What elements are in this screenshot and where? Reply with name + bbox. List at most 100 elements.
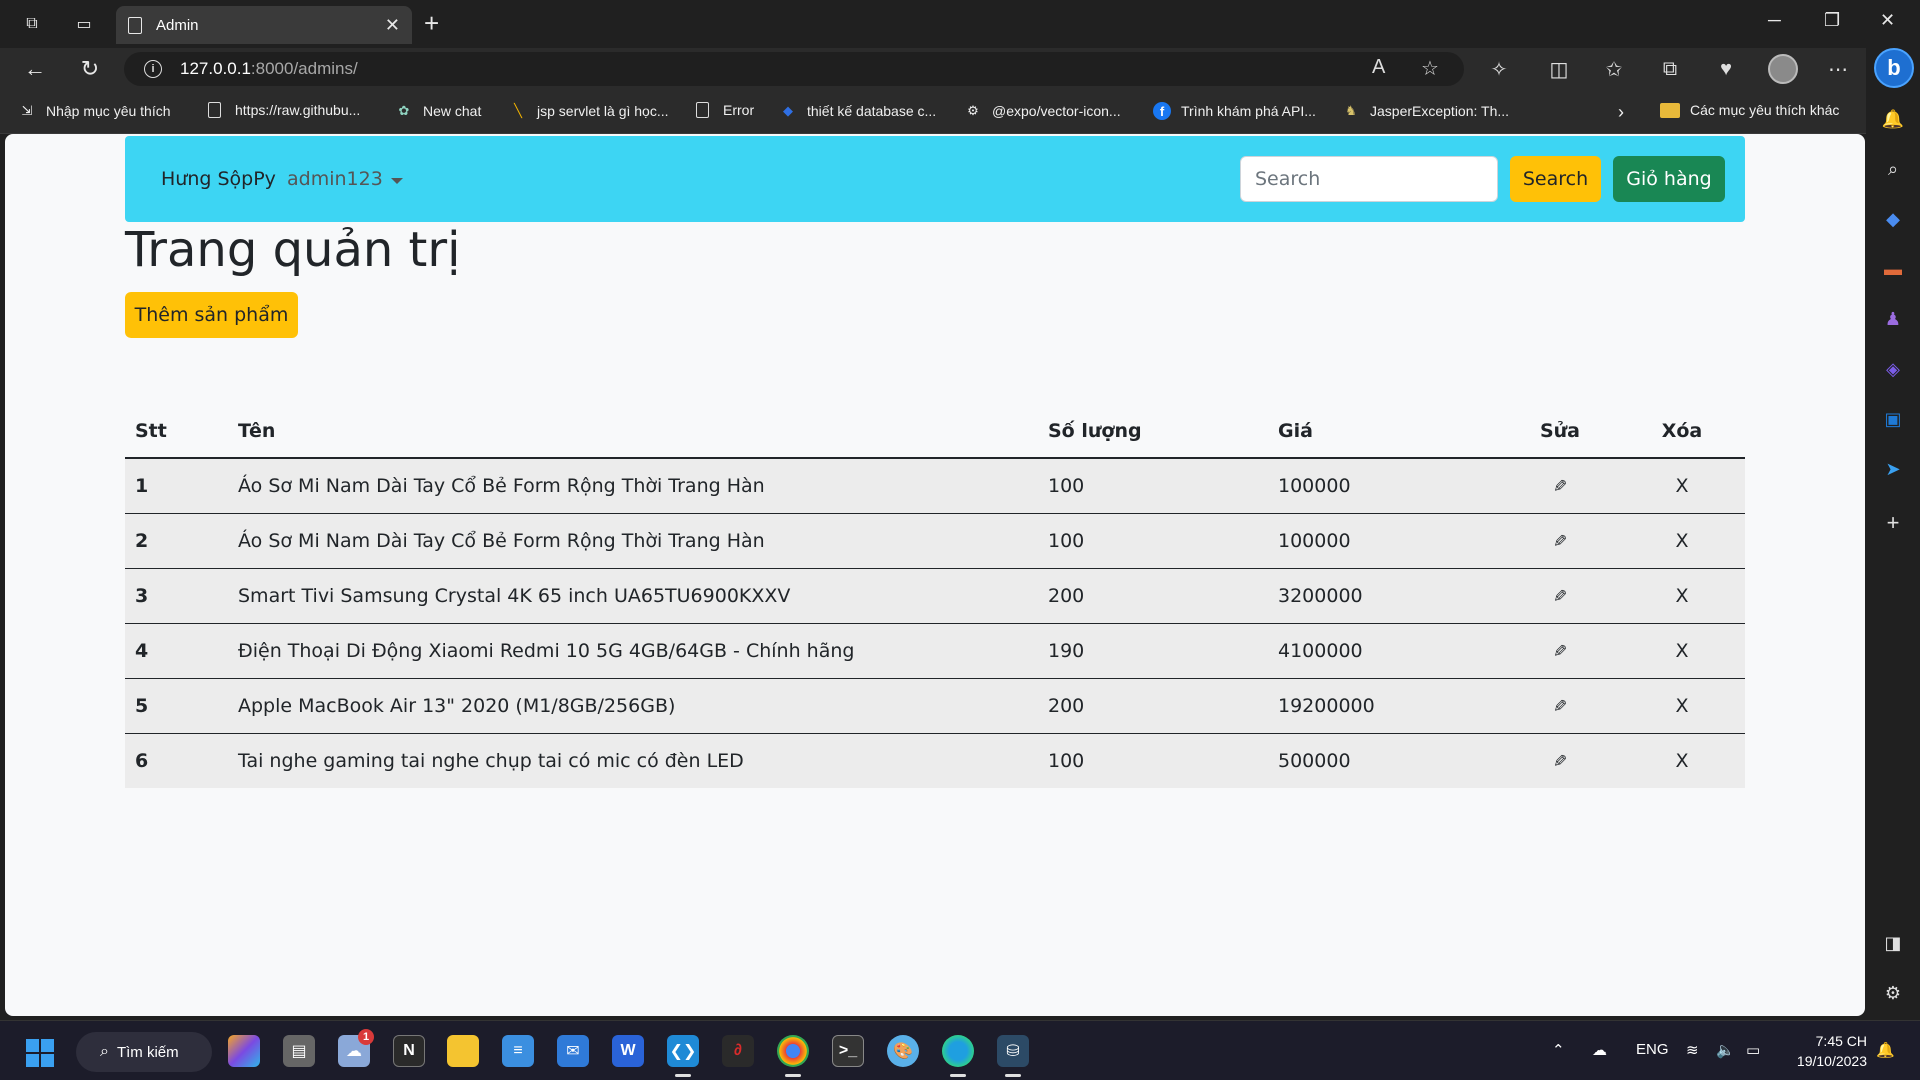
notification-bell-icon[interactable]: 🔔: [1876, 1041, 1895, 1059]
tools-icon[interactable]: ▬: [1880, 256, 1906, 282]
file-explorer-icon[interactable]: [447, 1035, 479, 1067]
search-icon[interactable]: ⌕: [1880, 156, 1906, 182]
shopping-tag-icon[interactable]: ◆: [1880, 206, 1906, 232]
bing-copilot-icon[interactable]: b: [1874, 48, 1914, 88]
bookmark-expo[interactable]: ⚙ @expo/vector-icon...: [964, 102, 1120, 120]
delete-button[interactable]: X: [1675, 530, 1688, 552]
vscode-icon[interactable]: ❮❯: [667, 1035, 699, 1077]
delete-button[interactable]: X: [1675, 475, 1688, 497]
product-quantity: 200: [1038, 568, 1268, 624]
back-button[interactable]: ←: [22, 56, 48, 82]
product-price: 500000: [1268, 733, 1501, 788]
weather-widget-icon[interactable]: ☁ 1: [338, 1029, 374, 1067]
delete-button[interactable]: X: [1675, 695, 1688, 717]
tab-actions-icon[interactable]: ▭: [72, 12, 96, 36]
copilot-taskbar-icon[interactable]: [228, 1035, 260, 1067]
product-quantity: 200: [1038, 678, 1268, 734]
sql-workbench-icon[interactable]: ⛁: [997, 1035, 1029, 1077]
read-aloud-icon[interactable]: A: [1372, 56, 1385, 79]
row-index: 4: [125, 623, 228, 679]
bookmark-jsp-servlet[interactable]: ╲ jsp servlet là gì học...: [509, 102, 668, 120]
notion-icon[interactable]: N: [393, 1035, 425, 1067]
split-screen-icon[interactable]: ◫: [1547, 57, 1571, 81]
column-header: Giá: [1268, 404, 1501, 459]
more-bookmarks-chevron-icon[interactable]: ›: [1618, 102, 1624, 123]
show-hidden-icons-chevron-icon[interactable]: ⌃: [1552, 1041, 1565, 1059]
notification-bell-icon[interactable]: 🔔: [1880, 106, 1906, 132]
battery-icon[interactable]: ▭: [1746, 1041, 1760, 1059]
outlook-icon[interactable]: ▣: [1880, 406, 1906, 432]
address-bar[interactable]: i 127.0.0.1:8000/admins/: [124, 52, 1464, 86]
terminal-icon[interactable]: >_: [832, 1035, 864, 1067]
new-tab-button[interactable]: +: [424, 10, 439, 36]
notepad-icon[interactable]: ≡: [502, 1035, 534, 1067]
windows-start-icon[interactable]: [26, 1039, 54, 1067]
bookmark-database[interactable]: ◆ thiết kế database c...: [779, 102, 936, 120]
bookmark-import[interactable]: ⇲ Nhập mục yêu thích: [18, 102, 171, 120]
games-icon[interactable]: ♟: [1880, 306, 1906, 332]
task-view-icon[interactable]: ▤: [283, 1035, 315, 1067]
word-app-icon[interactable]: W: [612, 1035, 644, 1067]
edit-pencil-icon[interactable]: ✎: [1553, 697, 1567, 717]
system-clock[interactable]: 7:45 CH 19/10/2023: [1783, 1031, 1867, 1071]
table-row: 5 Apple MacBook Air 13" 2020 (M1/8GB/256…: [125, 678, 1745, 734]
edit-pencil-icon[interactable]: ✎: [1553, 752, 1567, 772]
search-icon: ⌕: [100, 1043, 109, 1060]
language-indicator[interactable]: ENG: [1636, 1041, 1669, 1058]
favorites-icon[interactable]: ✩: [1602, 57, 1626, 81]
row-index: 5: [125, 678, 228, 734]
chevron-down-icon[interactable]: [391, 178, 403, 184]
edit-pencil-icon[interactable]: ✎: [1553, 532, 1567, 552]
address-toolbar: ← ↻ i 127.0.0.1:8000/admins/ A ☆ ✧ ◫ ✩ ⧉…: [0, 48, 1920, 90]
browser-tab-admin[interactable]: Admin ✕: [116, 6, 412, 44]
paint-icon[interactable]: 🎨: [887, 1035, 919, 1067]
bookmark-raw-github[interactable]: https://raw.githubu...: [208, 102, 360, 118]
edge-icon[interactable]: [942, 1035, 974, 1077]
reload-button[interactable]: ↻: [77, 56, 103, 82]
collections-icon[interactable]: ⧉: [1658, 57, 1682, 81]
volume-icon[interactable]: 🔈: [1716, 1041, 1735, 1059]
clock-date: 19/10/2023: [1796, 1053, 1867, 1069]
user-dropdown[interactable]: admin123: [287, 168, 383, 190]
more-menu-icon[interactable]: ⋯: [1826, 57, 1850, 81]
search-input[interactable]: [1240, 156, 1498, 202]
navbar-brand[interactable]: Hưng SộpPy: [161, 168, 276, 190]
copilot-icon[interactable]: ◈: [1880, 356, 1906, 382]
restore-button[interactable]: ❐: [1824, 10, 1840, 31]
chrome-icon[interactable]: [777, 1035, 809, 1077]
close-tab-icon[interactable]: ✕: [385, 15, 400, 36]
search-button[interactable]: Search: [1510, 156, 1601, 202]
add-product-button[interactable]: Thêm sản phẩm: [125, 292, 298, 338]
bookmark-new-chat[interactable]: ✿ New chat: [395, 102, 482, 120]
product-name: Điện Thoại Di Động Xiaomi Redmi 10 5G 4G…: [228, 623, 1038, 679]
close-window-button[interactable]: ✕: [1880, 10, 1895, 31]
profile-avatar[interactable]: [1768, 54, 1798, 84]
edit-pencil-icon[interactable]: ✎: [1553, 642, 1567, 662]
acrobat-icon[interactable]: ∂: [722, 1035, 754, 1067]
delete-button[interactable]: X: [1675, 750, 1688, 772]
add-sidebar-app-icon[interactable]: +: [1880, 510, 1906, 536]
favorite-star-icon[interactable]: ☆: [1421, 56, 1439, 81]
cart-button[interactable]: Giỏ hàng: [1613, 156, 1725, 202]
browser-essentials-icon[interactable]: ♥: [1714, 57, 1738, 81]
bookmark-other-favorites[interactable]: Các mục yêu thích khác: [1660, 102, 1839, 118]
workspaces-icon[interactable]: ⧉: [20, 12, 44, 36]
minimize-button[interactable]: ─: [1768, 10, 1781, 31]
mail-icon[interactable]: ✉: [557, 1035, 589, 1067]
products-table: Stt Tên Số lượng Giá Sửa Xóa 1 Áo Sơ Mi …: [125, 404, 1745, 788]
sidebar-settings-gear-icon[interactable]: ⚙: [1880, 980, 1906, 1006]
wifi-icon[interactable]: ≋: [1686, 1041, 1699, 1059]
hide-sidebar-icon[interactable]: ◨: [1880, 930, 1906, 956]
bookmark-error[interactable]: Error: [696, 102, 754, 118]
delete-button[interactable]: X: [1675, 640, 1688, 662]
bookmark-api-explorer[interactable]: f Trình khám phá API...: [1153, 102, 1316, 120]
onedrive-cloud-icon[interactable]: ☁: [1592, 1041, 1607, 1059]
bookmark-jasper[interactable]: ♞ JasperException: Th...: [1342, 102, 1509, 120]
taskbar-search[interactable]: ⌕ Tìm kiếm: [76, 1032, 212, 1072]
drop-icon[interactable]: ➤: [1880, 456, 1906, 482]
site-info-icon[interactable]: i: [144, 60, 162, 78]
edit-pencil-icon[interactable]: ✎: [1553, 587, 1567, 607]
extensions-icon[interactable]: ✧: [1487, 57, 1511, 81]
delete-button[interactable]: X: [1675, 585, 1688, 607]
edit-pencil-icon[interactable]: ✎: [1553, 477, 1567, 497]
